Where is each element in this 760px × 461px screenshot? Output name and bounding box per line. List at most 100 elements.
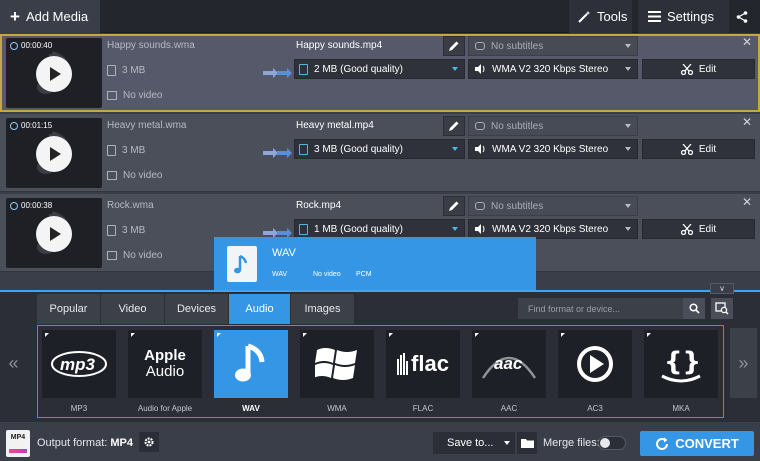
tools-label: Tools	[597, 9, 628, 24]
convert-button[interactable]: CONVERT	[640, 431, 754, 456]
open-folder-button[interactable]	[517, 432, 537, 454]
tab-images[interactable]: Images	[291, 294, 355, 324]
rename-button[interactable]	[443, 196, 465, 216]
subtitles-dropdown[interactable]: No subtitles	[468, 116, 638, 136]
file-thumbnail[interactable]: 00:00:40	[6, 38, 102, 108]
music-note-icon	[234, 342, 268, 386]
detect-device-icon	[715, 302, 729, 315]
format-item-mka[interactable]: {} MKA	[644, 330, 718, 416]
scroll-left-button[interactable]: «	[0, 328, 27, 398]
play-icon[interactable]	[36, 136, 72, 172]
play-icon[interactable]	[36, 56, 72, 92]
output-quality-dropdown[interactable]: 1 MB (Good quality)	[294, 219, 465, 239]
file-row[interactable]: 00:01:15 Heavy metal.wma 3 MB No video H…	[0, 114, 760, 192]
output-file-name: Happy sounds.mp4	[296, 40, 383, 51]
search-icon	[688, 303, 700, 314]
subtitles-text: No subtitles	[491, 120, 544, 132]
audio-track-dropdown[interactable]: WMA V2 320 Kbps Stereo	[468, 219, 638, 239]
output-settings-button[interactable]	[139, 432, 159, 452]
share-button[interactable]	[729, 0, 760, 33]
audio-text: WMA V2 320 Kbps Stereo	[492, 63, 609, 75]
format-item-aac[interactable]: aac AAC	[472, 330, 546, 416]
edit-button[interactable]: Edit	[642, 59, 755, 79]
settings-button[interactable]: Settings	[638, 0, 729, 33]
footer-bar: MP4 Output format: MP4 Save to... Merge …	[0, 421, 760, 461]
top-toolbar: + Add Media Tools Settings	[0, 0, 760, 33]
add-media-button[interactable]: + Add Media	[0, 0, 100, 33]
clock-icon	[10, 41, 18, 50]
format-label: Audio for Apple	[137, 404, 193, 413]
output-quality-dropdown[interactable]: 3 MB (Good quality)	[294, 139, 465, 159]
tab-devices[interactable]: Devices	[165, 294, 229, 324]
format-item-flac[interactable]: flac FLAC	[386, 330, 460, 416]
output-file-name: Rock.mp4	[296, 200, 342, 211]
corner-marker-icon	[217, 333, 221, 337]
speech-bubble-icon	[475, 202, 485, 210]
audio-text: WMA V2 320 Kbps Stereo	[492, 223, 609, 235]
format-item-wav[interactable]: WAV	[214, 330, 288, 416]
subtitles-dropdown[interactable]: No subtitles	[468, 196, 638, 216]
remove-file-icon[interactable]: ✕	[742, 115, 752, 129]
gear-icon	[144, 437, 154, 447]
source-file-name: Rock.wma	[107, 200, 154, 211]
scissors-icon	[680, 223, 693, 235]
edit-button[interactable]: Edit	[642, 139, 755, 159]
audio-track-dropdown[interactable]: WMA V2 320 Kbps Stereo	[468, 139, 638, 159]
rename-button[interactable]	[443, 36, 465, 56]
format-tile: mp3	[42, 330, 116, 398]
output-format-label: Output format:	[37, 437, 108, 449]
file-icon	[107, 225, 116, 236]
source-size-text: 3 MB	[122, 145, 146, 156]
quality-text: 1 MB (Good quality)	[314, 223, 403, 235]
format-label: MP3	[70, 404, 88, 413]
file-icon	[107, 145, 116, 156]
format-search-input[interactable]: Find format or device...	[518, 298, 683, 319]
chevron-down-icon	[452, 227, 458, 231]
output-quality-dropdown[interactable]: 2 MB (Good quality)	[294, 59, 465, 79]
file-row[interactable]: 00:00:40 Happy sounds.wma 3 MB No video …	[0, 34, 760, 112]
format-item-ac3[interactable]: AC3	[558, 330, 632, 416]
collapse-panel-button[interactable]: ∨	[710, 283, 734, 294]
format-item-audio-for-apple[interactable]: Apple Audio Audio for Apple	[128, 330, 202, 416]
detect-device-button[interactable]	[711, 298, 733, 319]
tooltip-format-name: WAV	[272, 247, 296, 259]
tab-popular[interactable]: Popular	[37, 294, 101, 324]
tab-video[interactable]: Video	[101, 294, 165, 324]
mp4-format-icon: MP4	[6, 430, 30, 457]
file-thumbnail[interactable]: 00:01:15	[6, 118, 102, 188]
tooltip-format: WAV	[272, 271, 288, 278]
subtitles-dropdown[interactable]: No subtitles	[468, 36, 638, 56]
audio-text: WMA V2 320 Kbps Stereo	[492, 143, 609, 155]
pencil-icon	[449, 121, 459, 131]
file-icon	[299, 223, 308, 235]
search-button[interactable]	[683, 298, 705, 319]
audio-track-dropdown[interactable]: WMA V2 320 Kbps Stereo	[468, 59, 638, 79]
format-tile	[214, 330, 288, 398]
remove-file-icon[interactable]: ✕	[742, 35, 752, 49]
film-icon	[107, 251, 117, 260]
format-label: AC3	[587, 404, 603, 413]
aac-icon: aac	[481, 344, 537, 384]
remove-file-icon[interactable]: ✕	[742, 195, 752, 209]
quality-text: 2 MB (Good quality)	[314, 63, 403, 75]
double-chevron-down-icon: ∨	[719, 284, 725, 293]
source-size-text: 3 MB	[122, 65, 146, 76]
quality-text: 3 MB (Good quality)	[314, 143, 403, 155]
windows-logo-icon	[315, 344, 359, 384]
save-to-dropdown[interactable]: Save to...	[433, 432, 515, 454]
share-icon	[736, 10, 747, 23]
play-icon[interactable]	[36, 216, 72, 252]
corner-marker-icon	[389, 333, 393, 337]
format-item-mp3[interactable]: mp3 MP3	[42, 330, 116, 416]
rename-button[interactable]	[443, 116, 465, 136]
format-item-wma[interactable]: WMA	[300, 330, 374, 416]
scroll-right-button[interactable]: »	[730, 328, 757, 398]
source-video-info: No video	[107, 250, 162, 261]
tab-audio[interactable]: Audio	[229, 294, 291, 324]
source-video-text: No video	[123, 250, 163, 261]
tools-button[interactable]: Tools	[569, 0, 632, 33]
file-thumbnail[interactable]: 00:00:38	[6, 198, 102, 268]
edit-button[interactable]: Edit	[642, 219, 755, 239]
merge-files-toggle[interactable]	[598, 436, 626, 450]
speaker-icon	[475, 64, 485, 74]
